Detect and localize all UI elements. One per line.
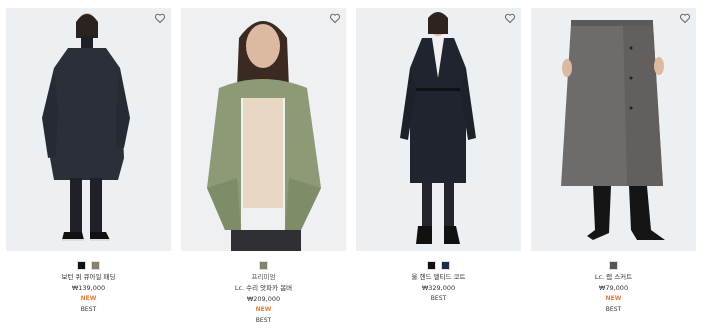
product-card[interactable]: 울 핸드 멜티드 코트 ₩329,000 BEST [356,8,521,328]
product-info: 프리미엄 Lc. 수리 앗파카 봄버 ₩209,000 NEW BEST [181,261,346,325]
best-badge: BEST [605,306,622,313]
product-price: ₩139,000 [71,284,106,292]
color-swatch[interactable] [259,261,268,270]
new-badge: NEW [80,295,97,302]
product-info: 울 핸드 멜티드 코트 ₩329,000 BEST [356,261,521,303]
product-image[interactable] [181,8,346,251]
product-grid: 보턴 퀴 큐아일 패딩 ₩139,000 NEW BEST 프리미엄 Lc. 수… [0,0,705,328]
product-image[interactable] [356,8,521,251]
best-badge: BEST [80,306,97,313]
product-card[interactable]: 보턴 퀴 큐아일 패딩 ₩139,000 NEW BEST [6,8,171,328]
product-name[interactable]: Lc. 랩 스커트 [531,273,696,281]
product-card[interactable]: Lc. 랩 스커트 ₩79,000 NEW BEST [531,8,696,328]
product-card[interactable]: 프리미엄 Lc. 수리 앗파카 봄버 ₩209,000 NEW BEST [181,8,346,328]
product-collection: 프리미엄 [251,273,276,281]
product-info: Lc. 랩 스커트 ₩79,000 NEW BEST [531,261,696,314]
color-swatch[interactable] [91,261,100,270]
color-swatch[interactable] [609,261,618,270]
product-info: 보턴 퀴 큐아일 패딩 ₩139,000 NEW BEST [6,261,171,314]
new-badge: NEW [605,295,622,302]
best-badge: BEST [430,295,447,302]
color-swatches [356,261,521,270]
color-swatches [531,261,696,270]
color-swatches [181,261,346,270]
color-swatches [6,261,171,270]
color-swatch[interactable] [77,261,86,270]
heart-outline-icon[interactable] [679,12,691,24]
product-image[interactable] [6,8,171,251]
product-image[interactable] [531,8,696,251]
color-swatch[interactable] [441,261,450,270]
best-badge: BEST [255,317,272,324]
product-name[interactable]: Lc. 수리 앗파카 봄버 [181,284,346,292]
product-price: ₩329,000 [421,284,456,292]
heart-outline-icon[interactable] [504,12,516,24]
color-swatch[interactable] [427,261,436,270]
product-price: ₩79,000 [598,284,629,292]
new-badge: NEW [255,306,272,313]
product-name[interactable]: 보턴 퀴 큐아일 패딩 [6,273,171,281]
heart-outline-icon[interactable] [329,12,341,24]
product-name[interactable]: 울 핸드 멜티드 코트 [356,273,521,281]
product-price: ₩209,000 [246,295,281,303]
heart-outline-icon[interactable] [154,12,166,24]
